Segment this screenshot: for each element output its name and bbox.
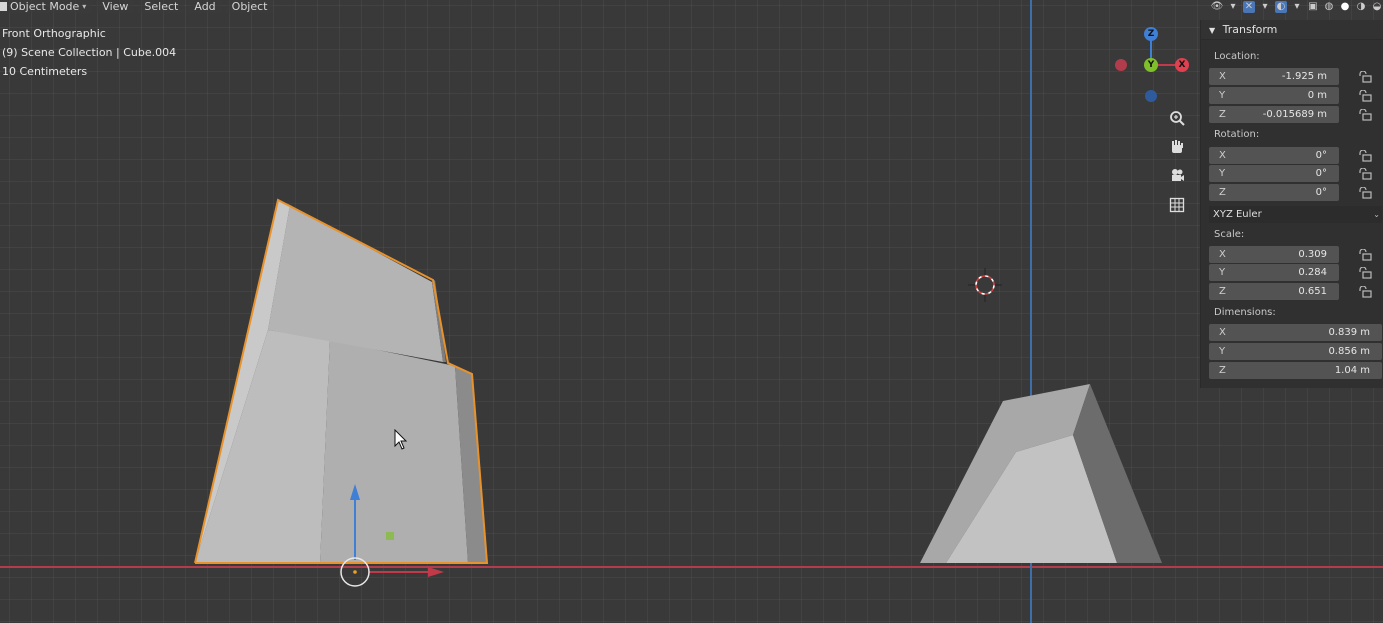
lock-open-icon[interactable] <box>1358 71 1372 83</box>
material-shading-icon[interactable]: ◑ <box>1355 1 1367 13</box>
axis-label: Z <box>1219 286 1226 297</box>
lock-open-icon[interactable] <box>1358 150 1372 162</box>
location-y-field[interactable]: Y 0 m <box>1209 87 1339 104</box>
field-value: 0 m <box>1307 90 1327 101</box>
field-value: 0.309 <box>1298 249 1327 260</box>
visibility-icon[interactable]: 👁 <box>1211 1 1224 13</box>
location-z-field[interactable]: Z -0.015689 m <box>1209 106 1339 123</box>
gizmo-y-ball[interactable]: Y <box>1144 58 1158 72</box>
menu-object[interactable]: Object <box>225 0 274 13</box>
dimensions-y-field[interactable]: Y 0.856 m <box>1209 343 1382 360</box>
menu-add[interactable]: Add <box>188 0 222 13</box>
gizmo-neg-x-ball[interactable] <box>1115 59 1127 71</box>
rotation-label: Rotation: <box>1214 129 1260 140</box>
object-mode-icon <box>0 2 7 11</box>
menu-view[interactable]: View <box>96 0 135 13</box>
overlay-toggle-icon[interactable]: ◐ <box>1275 0 1287 13</box>
chevron-down-icon[interactable]: ▾ <box>1259 1 1271 13</box>
menu-select[interactable]: Select <box>138 0 185 13</box>
hand-pan-icon[interactable] <box>1166 136 1188 158</box>
gizmo-toggle-icon[interactable]: ✕ <box>1243 0 1255 13</box>
scale-z-field[interactable]: Z 0.651 <box>1209 283 1339 300</box>
object-mode-dropdown[interactable]: Object Mode ▾ <box>0 0 93 13</box>
gizmo-neg-z-ball[interactable] <box>1145 90 1157 102</box>
lock-open-icon[interactable] <box>1358 286 1372 298</box>
field-value: 1.04 m <box>1334 365 1370 376</box>
field-value: 0.839 m <box>1328 327 1370 338</box>
rotation-mode-label: XYZ Euler <box>1213 209 1262 220</box>
axis-label: X <box>1219 327 1226 338</box>
location-x-field[interactable]: X -1.925 m <box>1209 68 1339 85</box>
grid-scale-text: 10 Centimeters <box>2 65 88 78</box>
transform-panel-title: Transform <box>1222 23 1278 36</box>
lock-open-icon[interactable] <box>1358 90 1372 102</box>
object-mode-label: Object Mode <box>10 0 80 13</box>
gizmo-z-ball[interactable]: Z <box>1144 27 1158 41</box>
field-value: -0.015689 m <box>1262 109 1327 120</box>
gizmo-z-arrow-head[interactable] <box>350 484 360 500</box>
scale-y-field[interactable]: Y 0.284 <box>1209 264 1339 281</box>
gizmo-x-ball[interactable]: X <box>1175 58 1189 72</box>
rotation-z-field[interactable]: Z 0° <box>1209 184 1339 201</box>
collection-info: (9) Scene Collection | Cube.004 <box>2 46 177 59</box>
collapse-triangle-icon[interactable]: ▼ <box>1209 26 1215 35</box>
3d-viewport[interactable]: Object Mode ▾ View Select Add Object 👁 ▾… <box>0 0 1383 623</box>
3d-cursor-icon <box>968 268 1002 302</box>
chevron-down-icon[interactable]: ▾ <box>1227 1 1239 13</box>
axis-label: Y <box>1219 346 1226 357</box>
axis-label: X <box>1219 150 1226 161</box>
field-value: 0.856 m <box>1328 346 1370 357</box>
lock-open-icon[interactable] <box>1358 249 1372 261</box>
field-value: 0.284 <box>1298 267 1327 278</box>
axis-label: Z <box>1219 365 1226 376</box>
rotation-y-field[interactable]: Y 0° <box>1209 165 1339 182</box>
field-value: 0° <box>1315 150 1327 161</box>
axis-label: X <box>1219 249 1226 260</box>
transform-panel-header[interactable]: ▼ Transform <box>1201 20 1383 40</box>
solid-shading-icon[interactable]: ● <box>1339 1 1351 13</box>
chevron-down-icon: ▾ <box>82 2 87 11</box>
header-right-tools: 👁 ▾ ✕ ▾ ◐ ▾ ▣ ◍ ● ◑ ◒ <box>1211 0 1383 13</box>
field-value: 0° <box>1315 187 1327 198</box>
field-value: -1.925 m <box>1281 71 1327 82</box>
scale-x-field[interactable]: X 0.309 <box>1209 246 1339 263</box>
axis-label: Y <box>1219 90 1226 101</box>
field-value: 0.651 <box>1298 286 1327 297</box>
lock-open-icon[interactable] <box>1358 267 1372 279</box>
grid-ortho-icon[interactable] <box>1166 194 1188 216</box>
axis-label: Y <box>1219 168 1226 179</box>
camera-icon[interactable] <box>1166 165 1188 187</box>
axis-label: Y <box>1219 267 1226 278</box>
xray-toggle-icon[interactable]: ▣ <box>1307 1 1319 13</box>
object-origin-dot <box>353 570 357 574</box>
lock-open-icon[interactable] <box>1358 168 1372 180</box>
dimensions-z-field[interactable]: Z 1.04 m <box>1209 362 1382 379</box>
rotation-mode-dropdown[interactable]: XYZ Euler ⌄ <box>1209 206 1382 223</box>
view-name: Front Orthographic <box>2 27 106 40</box>
dimensions-label: Dimensions: <box>1214 307 1276 318</box>
wireframe-shading-icon[interactable]: ◍ <box>1323 1 1335 13</box>
dimensions-x-field[interactable]: X 0.839 m <box>1209 324 1382 341</box>
axis-label: Z <box>1219 109 1226 120</box>
gizmo-x-arrow-head[interactable] <box>428 567 444 577</box>
gizmo-xz-plane-handle[interactable] <box>386 532 394 540</box>
navigation-gizmo[interactable]: Z Y X <box>1110 24 1194 108</box>
axis-label: X <box>1219 71 1226 82</box>
chevron-down-icon[interactable]: ▾ <box>1291 1 1303 13</box>
mouse-cursor-icon <box>394 429 408 450</box>
axis-label: Z <box>1219 187 1226 198</box>
rendered-shading-icon[interactable]: ◒ <box>1371 1 1383 13</box>
scale-label: Scale: <box>1214 229 1245 240</box>
lock-open-icon[interactable] <box>1358 187 1372 199</box>
location-label: Location: <box>1214 51 1260 62</box>
lock-open-icon[interactable] <box>1358 109 1372 121</box>
chevron-down-icon: ⌄ <box>1373 210 1380 219</box>
viewport-header: Object Mode ▾ View Select Add Object <box>0 0 274 13</box>
field-value: 0° <box>1315 168 1327 179</box>
rotation-x-field[interactable]: X 0° <box>1209 147 1339 164</box>
zoom-icon[interactable] <box>1166 107 1188 129</box>
